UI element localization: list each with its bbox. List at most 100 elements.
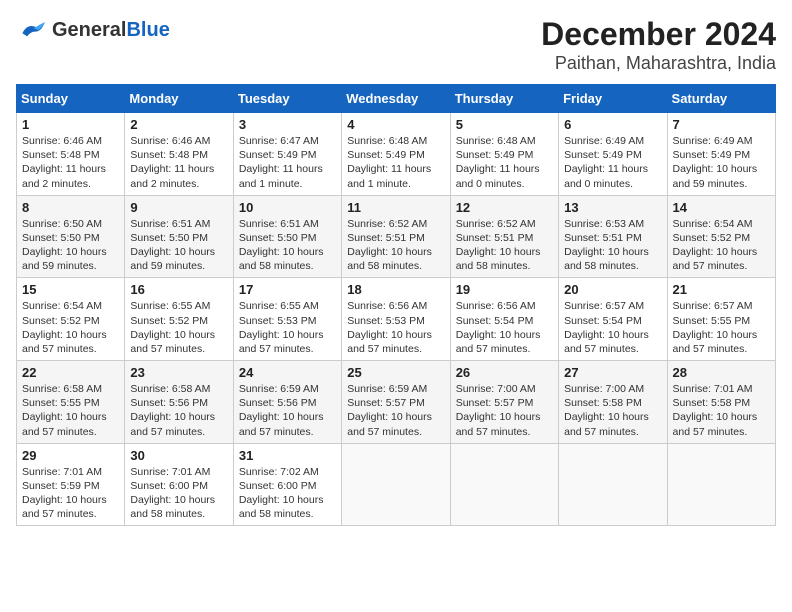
day-number: 24: [239, 365, 336, 380]
page-header: GeneralBlue December 2024 Paithan, Mahar…: [16, 16, 776, 74]
day-number: 6: [564, 117, 661, 132]
day-number: 13: [564, 200, 661, 215]
calendar-cell: 23 Sunrise: 6:58 AMSunset: 5:56 PMDayligh…: [125, 361, 233, 444]
calendar-cell: 8 Sunrise: 6:50 AMSunset: 5:50 PMDaylight…: [17, 195, 125, 278]
calendar-cell: [342, 443, 450, 526]
day-detail: Sunrise: 7:01 AMSunset: 5:59 PMDaylight:…: [22, 465, 119, 522]
calendar-cell: 6 Sunrise: 6:49 AMSunset: 5:49 PMDaylight…: [559, 113, 667, 196]
page-title: December 2024: [541, 16, 776, 53]
day-detail: Sunrise: 6:46 AMSunset: 5:48 PMDaylight:…: [22, 134, 119, 191]
day-detail: Sunrise: 6:59 AMSunset: 5:56 PMDaylight:…: [239, 382, 336, 439]
calendar-cell: [667, 443, 775, 526]
calendar-cell: 25 Sunrise: 6:59 AMSunset: 5:57 PMDayligh…: [342, 361, 450, 444]
day-detail: Sunrise: 6:53 AMSunset: 5:51 PMDaylight:…: [564, 217, 661, 274]
day-detail: Sunrise: 6:50 AMSunset: 5:50 PMDaylight:…: [22, 217, 119, 274]
day-number: 18: [347, 282, 444, 297]
day-number: 30: [130, 448, 227, 463]
day-detail: Sunrise: 6:58 AMSunset: 5:55 PMDaylight:…: [22, 382, 119, 439]
day-detail: Sunrise: 6:56 AMSunset: 5:54 PMDaylight:…: [456, 299, 553, 356]
day-detail: Sunrise: 6:49 AMSunset: 5:49 PMDaylight:…: [564, 134, 661, 191]
day-detail: Sunrise: 6:51 AMSunset: 5:50 PMDaylight:…: [130, 217, 227, 274]
day-number: 12: [456, 200, 553, 215]
day-number: 22: [22, 365, 119, 380]
calendar-header-row: Sunday Monday Tuesday Wednesday Thursday…: [17, 85, 776, 113]
calendar-cell: 16 Sunrise: 6:55 AMSunset: 5:52 PMDayligh…: [125, 278, 233, 361]
calendar-cell: 30 Sunrise: 7:01 AMSunset: 6:00 PMDayligh…: [125, 443, 233, 526]
calendar-week-row: 29 Sunrise: 7:01 AMSunset: 5:59 PMDayligh…: [17, 443, 776, 526]
day-detail: Sunrise: 6:57 AMSunset: 5:55 PMDaylight:…: [673, 299, 770, 356]
calendar-cell: 31 Sunrise: 7:02 AMSunset: 6:00 PMDayligh…: [233, 443, 341, 526]
day-number: 23: [130, 365, 227, 380]
day-number: 19: [456, 282, 553, 297]
calendar-cell: 28 Sunrise: 7:01 AMSunset: 5:58 PMDayligh…: [667, 361, 775, 444]
day-detail: Sunrise: 6:56 AMSunset: 5:53 PMDaylight:…: [347, 299, 444, 356]
day-detail: Sunrise: 6:49 AMSunset: 5:49 PMDaylight:…: [673, 134, 770, 191]
day-number: 28: [673, 365, 770, 380]
page-subtitle: Paithan, Maharashtra, India: [541, 53, 776, 74]
calendar-cell: 24 Sunrise: 6:59 AMSunset: 5:56 PMDayligh…: [233, 361, 341, 444]
day-number: 25: [347, 365, 444, 380]
calendar-cell: 26Sunrise: 7:00 AMSunset: 5:57 PMDayligh…: [450, 361, 558, 444]
day-detail: Sunrise: 6:55 AMSunset: 5:53 PMDaylight:…: [239, 299, 336, 356]
calendar-cell: 9Sunrise: 6:51 AMSunset: 5:50 PMDaylight…: [125, 195, 233, 278]
col-monday: Monday: [125, 85, 233, 113]
logo-blue: Blue: [126, 19, 169, 41]
calendar-cell: [450, 443, 558, 526]
calendar-table: Sunday Monday Tuesday Wednesday Thursday…: [16, 84, 776, 526]
day-number: 5: [456, 117, 553, 132]
calendar-week-row: 22 Sunrise: 6:58 AMSunset: 5:55 PMDayligh…: [17, 361, 776, 444]
title-area: December 2024 Paithan, Maharashtra, Indi…: [541, 16, 776, 74]
day-number: 27: [564, 365, 661, 380]
day-detail: Sunrise: 6:52 AMSunset: 5:51 PMDaylight:…: [456, 217, 553, 274]
calendar-cell: 1 Sunrise: 6:46 AMSunset: 5:48 PMDaylight…: [17, 113, 125, 196]
day-number: 8: [22, 200, 119, 215]
calendar-cell: 12 Sunrise: 6:52 AMSunset: 5:51 PMDayligh…: [450, 195, 558, 278]
calendar-cell: 4Sunrise: 6:48 AMSunset: 5:49 PMDaylight…: [342, 113, 450, 196]
calendar-cell: 3Sunrise: 6:47 AMSunset: 5:49 PMDaylight…: [233, 113, 341, 196]
day-number: 10: [239, 200, 336, 215]
day-number: 20: [564, 282, 661, 297]
day-detail: Sunrise: 6:54 AMSunset: 5:52 PMDaylight:…: [673, 217, 770, 274]
calendar-cell: 27Sunrise: 7:00 AMSunset: 5:58 PMDayligh…: [559, 361, 667, 444]
calendar-week-row: 1 Sunrise: 6:46 AMSunset: 5:48 PMDaylight…: [17, 113, 776, 196]
day-detail: Sunrise: 7:02 AMSunset: 6:00 PMDaylight:…: [239, 465, 336, 522]
col-thursday: Thursday: [450, 85, 558, 113]
calendar-cell: 20 Sunrise: 6:57 AMSunset: 5:54 PMDayligh…: [559, 278, 667, 361]
calendar-cell: 2Sunrise: 6:46 AMSunset: 5:48 PMDaylight…: [125, 113, 233, 196]
calendar-cell: 14 Sunrise: 6:54 AMSunset: 5:52 PMDayligh…: [667, 195, 775, 278]
day-detail: Sunrise: 6:59 AMSunset: 5:57 PMDaylight:…: [347, 382, 444, 439]
day-number: 7: [673, 117, 770, 132]
day-detail: Sunrise: 6:57 AMSunset: 5:54 PMDaylight:…: [564, 299, 661, 356]
col-tuesday: Tuesday: [233, 85, 341, 113]
calendar-cell: 21 Sunrise: 6:57 AMSunset: 5:55 PMDayligh…: [667, 278, 775, 361]
calendar-cell: 5 Sunrise: 6:48 AMSunset: 5:49 PMDaylight…: [450, 113, 558, 196]
col-sunday: Sunday: [17, 85, 125, 113]
day-number: 1: [22, 117, 119, 132]
day-number: 17: [239, 282, 336, 297]
calendar-cell: 15Sunrise: 6:54 AMSunset: 5:52 PMDayligh…: [17, 278, 125, 361]
day-detail: Sunrise: 6:55 AMSunset: 5:52 PMDaylight:…: [130, 299, 227, 356]
calendar-cell: 7 Sunrise: 6:49 AMSunset: 5:49 PMDaylight…: [667, 113, 775, 196]
day-number: 21: [673, 282, 770, 297]
day-number: 26: [456, 365, 553, 380]
calendar-cell: 11Sunrise: 6:52 AMSunset: 5:51 PMDayligh…: [342, 195, 450, 278]
day-detail: Sunrise: 7:01 AMSunset: 6:00 PMDaylight:…: [130, 465, 227, 522]
day-number: 14: [673, 200, 770, 215]
day-number: 16: [130, 282, 227, 297]
day-number: 11: [347, 200, 444, 215]
col-friday: Friday: [559, 85, 667, 113]
calendar-cell: 10Sunrise: 6:51 AMSunset: 5:50 PMDayligh…: [233, 195, 341, 278]
logo-general: General: [52, 19, 126, 41]
day-number: 29: [22, 448, 119, 463]
day-detail: Sunrise: 6:46 AMSunset: 5:48 PMDaylight:…: [130, 134, 227, 191]
day-detail: Sunrise: 7:01 AMSunset: 5:58 PMDaylight:…: [673, 382, 770, 439]
calendar-cell: 13 Sunrise: 6:53 AMSunset: 5:51 PMDayligh…: [559, 195, 667, 278]
logo: GeneralBlue: [16, 16, 170, 44]
day-number: 31: [239, 448, 336, 463]
day-detail: Sunrise: 6:48 AMSunset: 5:49 PMDaylight:…: [456, 134, 553, 191]
day-number: 3: [239, 117, 336, 132]
calendar-cell: 19 Sunrise: 6:56 AMSunset: 5:54 PMDayligh…: [450, 278, 558, 361]
day-detail: Sunrise: 6:58 AMSunset: 5:56 PMDaylight:…: [130, 382, 227, 439]
day-number: 4: [347, 117, 444, 132]
day-detail: Sunrise: 6:54 AMSunset: 5:52 PMDaylight:…: [22, 299, 119, 356]
